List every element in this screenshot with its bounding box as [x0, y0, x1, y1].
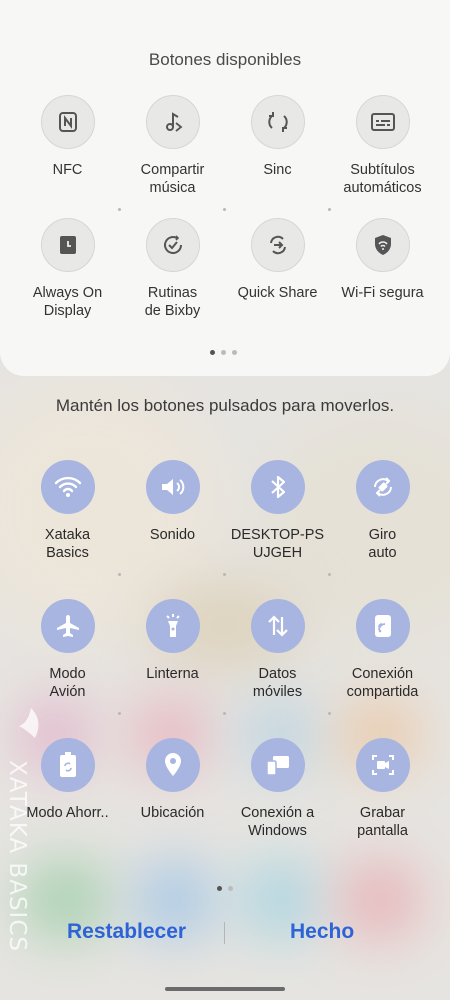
active-page-indicator — [217, 886, 233, 891]
music-share-button[interactable]: Compartir música — [120, 95, 225, 197]
sync-button[interactable]: Sinc — [225, 95, 330, 197]
tile-label: Grabar pantalla — [357, 805, 408, 839]
location-button[interactable]: Ubicación — [120, 738, 225, 840]
footer-divider — [224, 922, 225, 944]
watermark: XATAKA BASICS — [4, 700, 58, 970]
home-indicator[interactable] — [165, 987, 285, 991]
wifi-icon — [40, 460, 95, 514]
bixby-routines-icon — [145, 218, 200, 272]
flashlight-icon — [145, 599, 200, 653]
hotspot-button[interactable]: Conexión compartida — [330, 599, 435, 701]
secure-wifi-button[interactable]: Wi-Fi segura — [330, 218, 435, 320]
reset-button[interactable]: Restablecer — [67, 920, 186, 944]
nfc-button[interactable]: NFC — [15, 95, 120, 197]
tile-label: Conexión a Windows — [240, 805, 315, 839]
location-icon — [145, 738, 200, 792]
screen-record-button[interactable]: Grabar pantalla — [330, 738, 435, 840]
music-share-icon — [145, 95, 200, 149]
tile-label: Linterna — [146, 666, 199, 682]
tile-label: Quick Share — [237, 285, 318, 301]
watermark-text: XATAKA BASICS — [4, 760, 30, 952]
flashlight-button[interactable]: Linterna — [120, 599, 225, 701]
subtitles-button[interactable]: Subtítulos automáticos — [330, 95, 435, 197]
tile-label: Always On Display — [32, 285, 103, 319]
tile-label: Modo Avión — [49, 666, 86, 700]
airplane-icon — [40, 599, 95, 653]
sound-button[interactable]: Sonido — [120, 460, 225, 562]
tile-label: Rutinas de Bixby — [144, 285, 201, 319]
nfc-icon — [40, 95, 95, 149]
airplane-mode-button[interactable]: Modo Avión — [15, 599, 120, 701]
link-to-windows-button[interactable]: Conexión a Windows — [225, 738, 330, 840]
tile-label: Ubicación — [140, 805, 205, 821]
watermark-logo-icon — [19, 708, 39, 738]
screen-record-icon — [355, 738, 410, 792]
tile-label: Conexión compartida — [346, 666, 419, 700]
available-buttons-row-1: NFC Compartir música Sinc Subtítulos aut… — [15, 95, 435, 197]
quick-share-icon — [250, 218, 305, 272]
always-on-display-icon — [40, 218, 95, 272]
tile-label: NFC — [52, 162, 83, 178]
tile-label: Sonido — [149, 527, 196, 543]
tile-label: Subtítulos automáticos — [343, 162, 422, 196]
link-to-windows-icon — [250, 738, 305, 792]
drag-hint: Mantén los botones pulsados para moverlo… — [55, 396, 395, 415]
bluetooth-icon — [250, 460, 305, 514]
mobile-data-icon — [250, 599, 305, 653]
tile-label: Giro auto — [368, 527, 397, 561]
auto-rotate-button[interactable]: Giro auto — [330, 460, 435, 562]
sound-icon — [145, 460, 200, 514]
available-buttons-panel: Botones disponibles NFC Compartir música… — [0, 0, 450, 376]
secure-wifi-icon — [355, 218, 410, 272]
done-button[interactable]: Hecho — [290, 920, 354, 944]
available-buttons-row-2: Always On Display Rutinas de Bixby Quick… — [15, 218, 435, 320]
always-on-display-button[interactable]: Always On Display — [15, 218, 120, 320]
auto-rotate-icon — [355, 460, 410, 514]
tile-label: DESKTOP-PS UJGEH — [230, 527, 325, 561]
tile-label: Compartir música — [140, 162, 205, 196]
tile-label: Wi-Fi segura — [341, 285, 424, 301]
active-buttons-row-1: Xataka Basics Sonido DESKTOP-PS UJGEH Gi… — [15, 460, 435, 562]
active-buttons-row-2: Modo Avión Linterna Datos móviles Conexi… — [15, 599, 435, 701]
available-page-indicator — [210, 350, 237, 355]
bixby-routines-button[interactable]: Rutinas de Bixby — [120, 218, 225, 320]
active-buttons-row-3: Modo Ahorr.. Ubicación Conexión a Window… — [15, 738, 435, 840]
panel-title: Botones disponibles — [148, 50, 302, 69]
sync-icon — [250, 95, 305, 149]
footer-actions: Restablecer Hecho — [0, 918, 450, 948]
tile-label: Sinc — [263, 162, 292, 178]
mobile-data-button[interactable]: Datos móviles — [225, 599, 330, 701]
tile-label: Datos móviles — [252, 666, 303, 700]
tile-label: Xataka Basics — [44, 527, 91, 561]
subtitles-icon — [355, 95, 410, 149]
bluetooth-button[interactable]: DESKTOP-PS UJGEH — [225, 460, 330, 562]
wifi-button[interactable]: Xataka Basics — [15, 460, 120, 562]
quick-share-button[interactable]: Quick Share — [225, 218, 330, 320]
hotspot-icon — [355, 599, 410, 653]
